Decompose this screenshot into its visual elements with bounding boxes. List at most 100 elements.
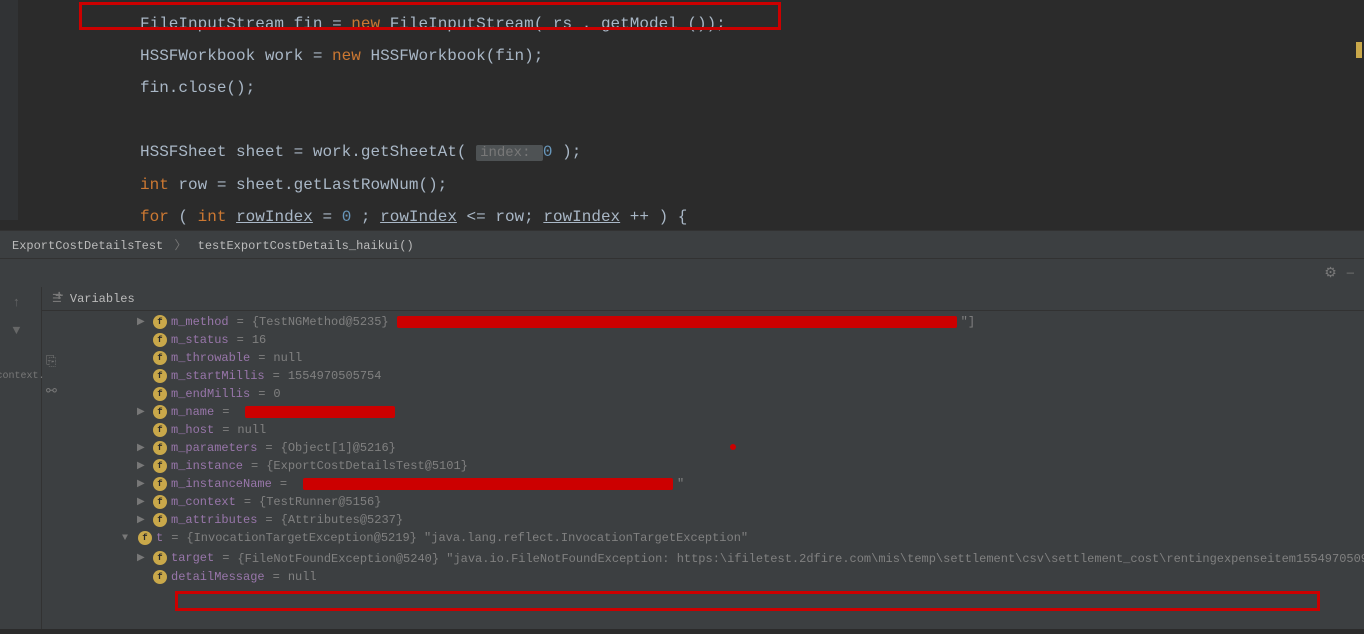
variable-value: {InvocationTargetException@5219} "java.l… bbox=[186, 531, 748, 545]
expand-arrow-icon[interactable]: ▶ bbox=[137, 442, 149, 454]
code-line[interactable]: HSSFSheet sheet = work.getSheetAt( index… bbox=[0, 136, 1364, 169]
field-icon: f bbox=[153, 405, 167, 419]
variable-row[interactable]: f m_status = 16 bbox=[42, 331, 1364, 349]
equals-sign: = bbox=[237, 333, 244, 347]
expand-arrow-icon[interactable]: ▶ bbox=[137, 460, 149, 472]
variables-header: ☰ Variables ⊞ ⊟ ⊡ bbox=[42, 287, 1364, 311]
debug-sidebar: ↑ ▼ context. ⎘ ⚯ bbox=[0, 287, 42, 629]
code-line[interactable]: for ( int rowIndex = 0 ; rowIndex <= row… bbox=[0, 201, 1364, 233]
expand-arrow-icon[interactable]: ▶ bbox=[137, 496, 149, 508]
variable-row[interactable]: ▶f m_instance = {ExportCostDetailsTest@5… bbox=[42, 457, 1364, 475]
redacted-content bbox=[245, 406, 395, 418]
variable-value: null bbox=[273, 351, 302, 365]
variable-name: m_context bbox=[171, 495, 236, 509]
equals-sign: = bbox=[258, 387, 265, 401]
context-label: context. bbox=[0, 371, 45, 382]
equals-sign: = bbox=[258, 351, 265, 365]
code-editor[interactable]: FileInputStream fin = new FileInputStrea… bbox=[0, 0, 1364, 230]
expand-arrow-icon[interactable]: ▶ bbox=[137, 316, 149, 328]
variable-row[interactable]: f detailMessage = null bbox=[42, 568, 1364, 586]
variable-value: {FileNotFoundException@5240} "java.io.Fi… bbox=[237, 549, 1364, 566]
variables-title: Variables bbox=[70, 292, 135, 306]
variable-value: null bbox=[237, 423, 266, 437]
highlight-box-top bbox=[79, 2, 781, 30]
equals-sign: = bbox=[280, 477, 287, 491]
variable-name: m_throwable bbox=[171, 351, 250, 365]
code-line[interactable]: fin.close(); bbox=[0, 72, 1364, 104]
equals-sign: = bbox=[244, 495, 251, 509]
variable-row[interactable]: ▶f m_context = {TestRunner@5156} bbox=[42, 493, 1364, 511]
field-icon: f bbox=[153, 333, 167, 347]
expand-arrow-icon[interactable]: ▶ bbox=[137, 478, 149, 490]
filter-icon[interactable]: ▼ bbox=[13, 323, 29, 339]
variables-tree[interactable]: ▶f m_method = {TestNGMethod@5235}"]f m_s… bbox=[42, 311, 1364, 629]
variable-name: m_method bbox=[171, 315, 229, 329]
breadcrumb-item[interactable]: ExportCostDetailsTest bbox=[12, 239, 163, 253]
variable-row[interactable]: ▼f t = {InvocationTargetException@5219} … bbox=[42, 529, 1364, 547]
equals-sign: = bbox=[251, 459, 258, 473]
editor-gutter bbox=[0, 0, 18, 220]
variable-value: null bbox=[288, 570, 317, 584]
field-icon: f bbox=[153, 441, 167, 455]
gutter-marker bbox=[1356, 42, 1362, 58]
variable-name: m_status bbox=[171, 333, 229, 347]
expand-arrow-icon[interactable]: ▶ bbox=[137, 552, 149, 564]
field-icon: f bbox=[153, 423, 167, 437]
variable-name: m_host bbox=[171, 423, 214, 437]
variable-value: {Attributes@5237} bbox=[281, 513, 403, 527]
field-icon: f bbox=[153, 459, 167, 473]
equals-sign: = bbox=[273, 369, 280, 383]
variable-value: 16 bbox=[252, 333, 266, 347]
variable-name: m_endMillis bbox=[171, 387, 250, 401]
field-icon: f bbox=[153, 369, 167, 383]
field-icon: f bbox=[153, 551, 167, 565]
redacted-content bbox=[397, 316, 957, 328]
variable-value: {TestRunner@5156} bbox=[259, 495, 381, 509]
equals-sign: = bbox=[222, 551, 229, 565]
variable-row[interactable]: ▶f m_parameters = {Object[1]@5216} bbox=[42, 439, 1364, 457]
expand-arrow-icon[interactable]: ▼ bbox=[122, 533, 134, 544]
variable-row[interactable]: ▶f m_attributes = {Attributes@5237} bbox=[42, 511, 1364, 529]
expand-arrow-icon[interactable]: ▶ bbox=[137, 406, 149, 418]
equals-sign: = bbox=[222, 423, 229, 437]
debug-panel: ⚙ — ↑ ▼ context. ⎘ ⚯ ☰ Variables ⊞ ⊟ ⊡ bbox=[0, 259, 1364, 629]
variable-row[interactable]: f m_endMillis = 0 bbox=[42, 385, 1364, 403]
equals-sign: = bbox=[273, 570, 280, 584]
field-icon: f bbox=[153, 387, 167, 401]
expand-arrow-icon[interactable]: ▶ bbox=[137, 514, 149, 526]
copy-icon[interactable]: ⎘ bbox=[46, 354, 57, 369]
variable-row[interactable]: f m_host = null bbox=[42, 421, 1364, 439]
variable-value: {ExportCostDetailsTest@5101} bbox=[266, 459, 468, 473]
gear-icon[interactable]: ⚙ bbox=[1324, 265, 1337, 282]
code-line[interactable]: int row = sheet.getLastRowNum(); bbox=[0, 169, 1364, 201]
red-marker bbox=[730, 444, 736, 450]
variable-row[interactable]: ▶ f target = {FileNotFoundException@5240}… bbox=[42, 547, 1364, 568]
minus-icon[interactable]: — bbox=[1347, 266, 1354, 280]
breadcrumb-item[interactable]: testExportCostDetails_haikui() bbox=[198, 239, 414, 253]
add-watch-icon[interactable]: + bbox=[55, 289, 63, 305]
variable-row[interactable]: f m_throwable = null bbox=[42, 349, 1364, 367]
variable-name: t bbox=[156, 531, 163, 545]
variable-value: 0 bbox=[273, 387, 280, 401]
equals-sign: = bbox=[265, 513, 272, 527]
variable-row[interactable]: ▶f m_instanceName = " bbox=[42, 475, 1364, 493]
breadcrumb-separator: 〉 bbox=[174, 239, 186, 253]
code-line-empty[interactable] bbox=[0, 104, 1364, 136]
variable-row[interactable]: ▶f m_method = {TestNGMethod@5235}"] bbox=[42, 313, 1364, 331]
variable-name: m_attributes bbox=[171, 513, 257, 527]
variable-row[interactable]: f m_startMillis = 1554970505754 bbox=[42, 367, 1364, 385]
variable-row[interactable]: ▶f m_name = bbox=[42, 403, 1364, 421]
up-icon[interactable]: ↑ bbox=[13, 295, 29, 311]
field-icon: f bbox=[153, 351, 167, 365]
equals-sign: = bbox=[265, 441, 272, 455]
variable-name: m_parameters bbox=[171, 441, 257, 455]
highlight-box-bottom bbox=[175, 591, 1320, 611]
variable-name: detailMessage bbox=[171, 570, 265, 584]
link-icon[interactable]: ⚯ bbox=[46, 384, 57, 399]
equals-sign: = bbox=[222, 405, 229, 419]
variable-name: target bbox=[171, 551, 214, 565]
variable-name: m_instanceName bbox=[171, 477, 272, 491]
field-icon: f bbox=[138, 531, 152, 545]
code-line[interactable]: HSSFWorkbook work = new HSSFWorkbook(fin… bbox=[0, 40, 1364, 72]
debug-body: ↑ ▼ context. ⎘ ⚯ ☰ Variables ⊞ ⊟ ⊡ + bbox=[0, 287, 1364, 629]
